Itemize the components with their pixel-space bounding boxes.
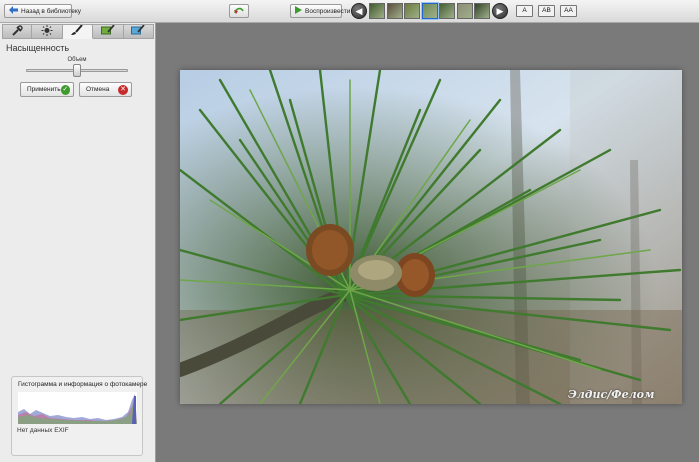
cancel-button[interactable]: Отмена ✕ (79, 82, 132, 97)
tab-tuning[interactable] (32, 24, 63, 39)
amount-slider-label: Объем (67, 57, 87, 63)
checkmark-icon: ✓ (60, 84, 70, 95)
back-arrow-icon (9, 6, 18, 16)
saturation-title: Насыщенность (6, 43, 70, 53)
histogram-chart (18, 392, 137, 424)
play-button-label: Воспроизвести (305, 7, 351, 15)
tab-tag-edit[interactable] (93, 24, 124, 39)
tab-frame-edit[interactable] (123, 24, 154, 39)
photo-watermark: Элдис/Фелом (568, 388, 655, 401)
right-arrow-icon: ▶ (496, 6, 504, 16)
amount-slider-handle[interactable] (73, 64, 81, 77)
edit-sidebar: Насыщенность Объем Применить ✓ Отмена ✕ … (0, 23, 156, 462)
tag-edit-icon (100, 24, 115, 38)
photo-thumbnail[interactable] (404, 3, 420, 19)
histogram-title: Гистограмма и информация о фотокамере (18, 381, 148, 388)
text-size-large-button[interactable]: AA (560, 5, 577, 17)
play-icon (295, 6, 302, 16)
undo-icon (233, 6, 245, 17)
photo-thumbnail[interactable] (439, 3, 455, 19)
text-size-medium-button[interactable]: AB (538, 5, 555, 17)
next-photo-button[interactable]: ▶ (492, 3, 508, 19)
back-to-library-button[interactable]: Назад в библиотеку (4, 4, 81, 18)
photo-preview (180, 70, 682, 404)
top-toolbar: Назад в библиотеку Воспроизвести ◀ ▶ A A… (0, 0, 699, 23)
text-size-small-button[interactable]: A (516, 5, 533, 17)
undo-button[interactable] (229, 4, 249, 18)
histogram-panel: Гистограмма и информация о фотокамере Не… (11, 376, 147, 456)
wrench-icon (11, 25, 23, 38)
photo-thumbnail[interactable] (456, 3, 473, 19)
exif-status-text: Нет данных EXIF (17, 427, 69, 434)
cancel-button-label: Отмена (86, 86, 110, 93)
edit-tabs (2, 24, 154, 39)
tab-effects[interactable] (62, 24, 94, 39)
tab-basic-fixes[interactable] (2, 24, 33, 39)
photo-thumbnail[interactable] (474, 3, 490, 19)
back-button-label: Назад в библиотеку (21, 7, 82, 15)
left-arrow-icon: ◀ (355, 6, 363, 16)
apply-button-label: Применить (27, 86, 61, 93)
photo-thumbnail[interactable] (421, 3, 438, 19)
close-icon: ✕ (118, 84, 128, 95)
brush-icon (71, 24, 84, 38)
photo-thumbnail[interactable] (386, 3, 403, 19)
previous-photo-button[interactable]: ◀ (351, 3, 367, 19)
sun-icon (41, 25, 53, 38)
photo-thumbnail[interactable] (369, 3, 385, 19)
apply-button[interactable]: Применить ✓ (20, 82, 74, 97)
play-button[interactable]: Воспроизвести (290, 4, 350, 18)
frame-edit-icon (131, 24, 145, 38)
